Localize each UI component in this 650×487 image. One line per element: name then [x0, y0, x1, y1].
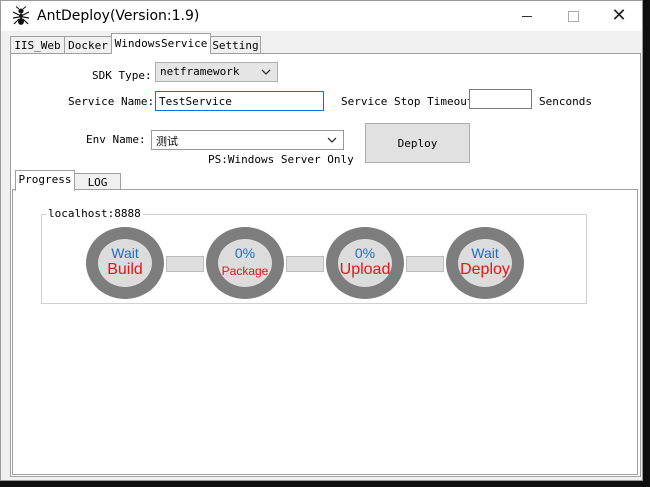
minimize-icon: [522, 15, 532, 17]
stage-package-status: 0%: [234, 245, 256, 261]
windowsservice-panel: SDK Type: netframework Service Name: Tes…: [10, 53, 641, 477]
stage-package-label: Package: [221, 264, 269, 278]
tab-setting[interactable]: Setting: [210, 36, 261, 53]
service-name-input[interactable]: TestService: [155, 91, 324, 111]
deploy-button[interactable]: Deploy: [365, 123, 470, 163]
progress-panel: localhost:8888 Wait Build 0% Package 0% …: [12, 189, 638, 475]
minimize-button[interactable]: [504, 1, 550, 31]
stage-upload-label: Upload: [339, 261, 391, 278]
sdk-type-select[interactable]: netframework: [155, 62, 278, 82]
stage-build-status: Wait: [111, 245, 139, 261]
chevron-down-icon: [261, 69, 271, 75]
stage-build-label: Build: [107, 261, 143, 278]
env-name-label: Env Name:: [86, 133, 146, 146]
tab-iis-web[interactable]: IIS_Web: [10, 36, 65, 53]
stage-package: 0% Package: [206, 227, 284, 299]
sdk-type-value: netframework: [160, 65, 240, 78]
tab-progress[interactable]: Progress: [15, 170, 75, 191]
tab-docker[interactable]: Docker: [64, 36, 112, 53]
service-name-value: TestService: [159, 95, 232, 108]
stop-timeout-label: Service Stop Timeout:: [341, 95, 481, 108]
maximize-icon: [567, 10, 579, 22]
title-bar[interactable]: AntDeploy(Version:1.9) ✕: [1, 1, 642, 31]
env-name-value: 测试: [156, 135, 178, 148]
stage-deploy-status: Wait: [471, 245, 499, 261]
close-button[interactable]: ✕: [596, 1, 642, 31]
stop-timeout-unit: Senconds: [539, 95, 592, 108]
service-name-label: Service Name:: [68, 95, 155, 108]
tab-windowsservice[interactable]: WindowsService: [111, 33, 211, 54]
server-host-label: localhost:8888: [46, 207, 143, 220]
stop-timeout-input[interactable]: [469, 89, 532, 109]
server-group: localhost:8888 Wait Build 0% Package 0% …: [41, 207, 587, 304]
close-icon: ✕: [611, 5, 627, 26]
ant-icon: [12, 6, 30, 25]
stage-deploy-label: Deploy: [460, 261, 510, 278]
env-name-select[interactable]: 测试: [151, 130, 344, 150]
stage-deploy: Wait Deploy: [446, 227, 524, 299]
sdk-type-label: SDK Type:: [92, 69, 152, 82]
stage-upload: 0% Upload: [326, 227, 404, 299]
stage-upload-status: 0%: [354, 245, 376, 261]
app-window: AntDeploy(Version:1.9) ✕ IIS_Web Docker …: [0, 0, 643, 481]
stage-build: Wait Build: [86, 227, 164, 299]
chevron-down-icon: [327, 137, 337, 143]
stage-connector: [166, 256, 204, 272]
ps-note: PS:Windows Server Only: [208, 153, 354, 166]
stage-connector: [286, 256, 324, 272]
maximize-button[interactable]: [550, 1, 596, 31]
stage-connector: [406, 256, 444, 272]
window-title: AntDeploy(Version:1.9): [37, 8, 200, 24]
